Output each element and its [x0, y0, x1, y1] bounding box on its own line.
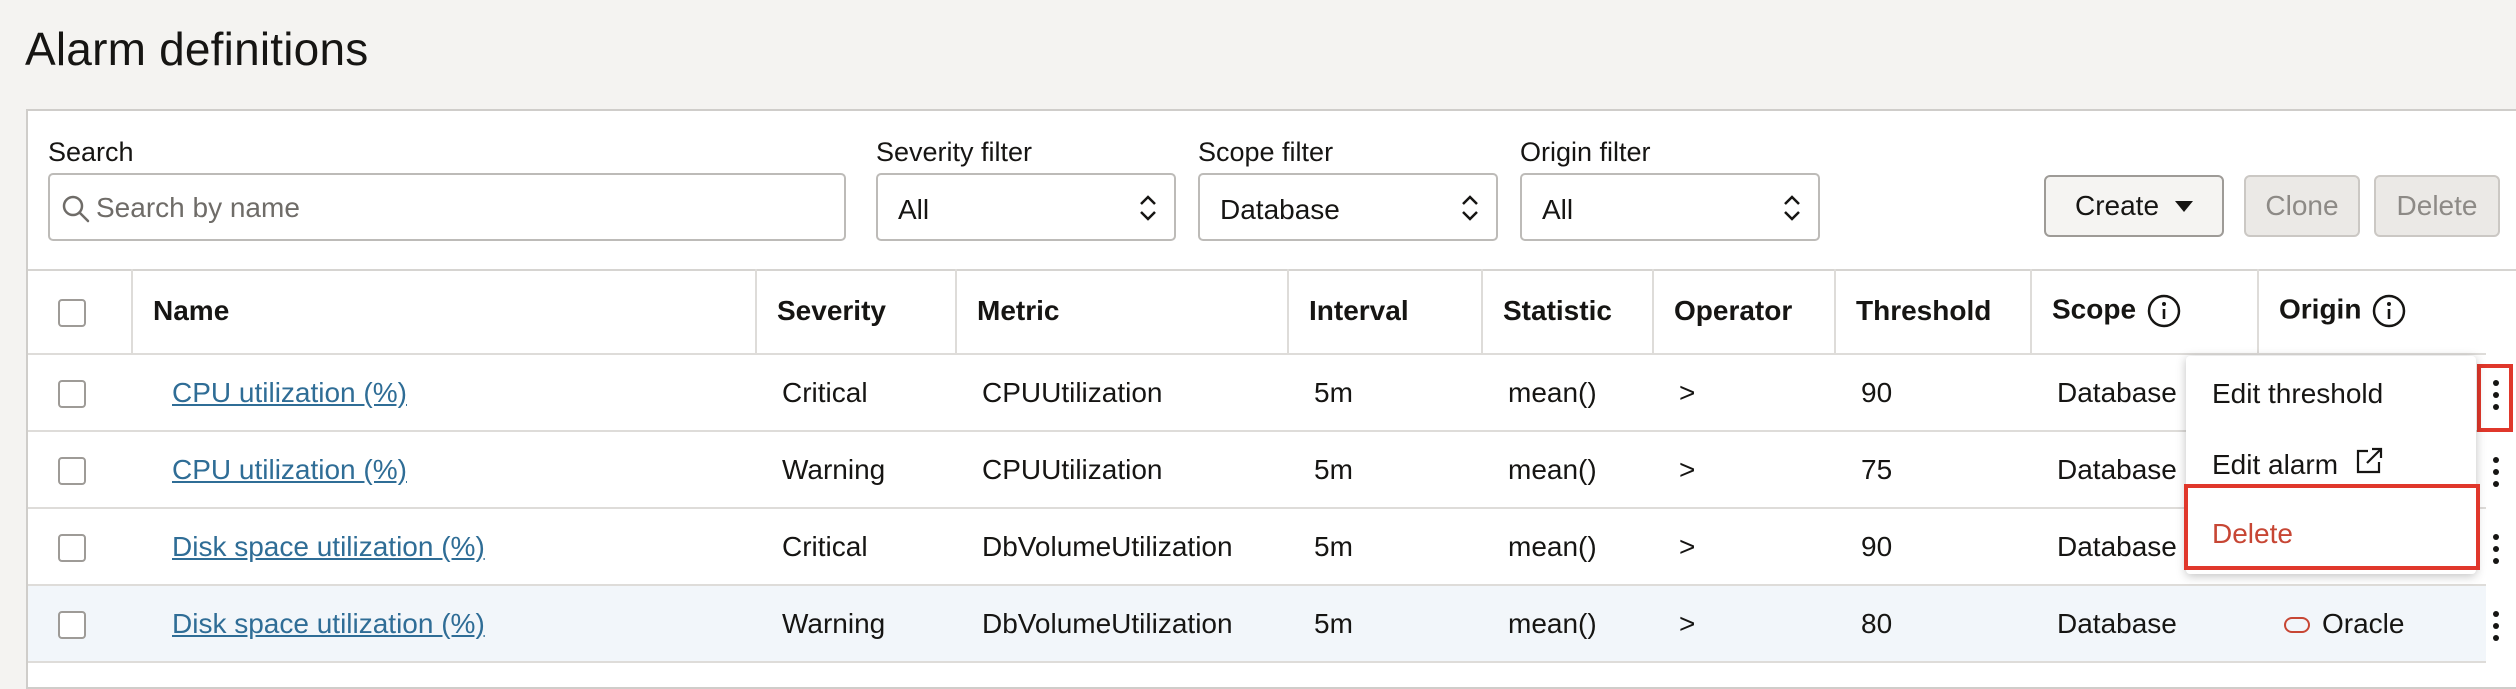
origin-value: Oracle [2322, 607, 2405, 639]
severity-cell: Warning [756, 431, 956, 509]
statistic-cell: mean() [1482, 508, 1653, 586]
operator-cell: > [1653, 431, 1835, 509]
alarm-name-link[interactable]: CPU utilization (%) [172, 454, 407, 485]
select-all-cell [28, 269, 133, 355]
create-button[interactable]: Create [2044, 175, 2224, 237]
metric-cell: CPUUtilization [956, 354, 1288, 432]
scope-filter-label: Scope filter [1198, 137, 1334, 167]
header-origin-label: Origin [2279, 293, 2362, 325]
delete-button[interactable]: Delete [2374, 175, 2500, 237]
origin-filter-value: All [1542, 194, 1574, 225]
operator-cell: > [1653, 354, 1835, 432]
search-box[interactable] [48, 173, 846, 241]
row-checkbox[interactable] [58, 457, 86, 486]
header-name[interactable]: Name [132, 269, 757, 355]
interval-cell: 5m [1288, 354, 1482, 432]
alarm-name-link[interactable]: CPU utilization (%) [172, 377, 407, 408]
chevron-updown-icon [1462, 195, 1478, 221]
external-link-icon [2356, 447, 2383, 474]
table-row: CPU utilization (%) Warning CPUUtilizati… [28, 431, 2486, 509]
header-statistic[interactable]: Statistic [1482, 269, 1654, 355]
interval-cell: 5m [1288, 585, 1482, 663]
row-checkbox[interactable] [58, 611, 86, 640]
info-icon[interactable] [2146, 293, 2182, 329]
header-threshold[interactable]: Threshold [1835, 269, 2032, 355]
row-checkbox[interactable] [58, 534, 86, 563]
metric-cell: CPUUtilization [956, 431, 1288, 509]
threshold-cell: 80 [1835, 585, 2031, 663]
origin-filter-select[interactable]: All [1520, 173, 1820, 241]
interval-cell: 5m [1288, 431, 1482, 509]
header-origin[interactable]: Origin [2258, 269, 2486, 355]
delete-highlight-box [2184, 484, 2480, 570]
header-scope-label: Scope [2052, 293, 2137, 325]
alarm-table: Name Severity Metric Interval Statistic … [28, 269, 2486, 663]
table-row: CPU utilization (%) Critical CPUUtilizat… [28, 354, 2486, 432]
chevron-updown-icon [1784, 195, 1800, 221]
alarm-definitions-panel: Search Severity filter All Scope filter … [26, 109, 2516, 689]
threshold-cell: 90 [1835, 354, 2031, 432]
header-severity[interactable]: Severity [756, 269, 957, 355]
scope-cell: Database [2031, 585, 2258, 663]
table-row: Disk space utilization (%) Warning DbVol… [28, 585, 2486, 663]
operator-cell: > [1653, 508, 1835, 586]
row-actions-kebab-icon[interactable] [2491, 607, 2501, 647]
origin-filter-label: Origin filter [1520, 137, 1651, 167]
page-title: Alarm definitions [25, 23, 369, 75]
threshold-cell: 75 [1835, 431, 2031, 509]
create-button-label: Create [2074, 190, 2160, 221]
oracle-logo-icon [2284, 617, 2310, 634]
kebab-highlight-box [2477, 364, 2513, 432]
statistic-cell: mean() [1482, 431, 1653, 509]
alarm-name-link[interactable]: Disk space utilization (%) [172, 608, 485, 639]
row-checkbox[interactable] [58, 380, 86, 409]
clone-button[interactable]: Clone [2244, 175, 2360, 237]
threshold-cell: 90 [1835, 508, 2031, 586]
search-input[interactable] [94, 175, 838, 241]
row-actions-kebab-icon[interactable] [2491, 453, 2501, 493]
scope-filter-value: Database [1220, 194, 1340, 225]
severity-filter-label: Severity filter [876, 137, 1033, 167]
table-header-row: Name Severity Metric Interval Statistic … [28, 269, 2486, 355]
search-label: Search [48, 137, 134, 167]
header-scope[interactable]: Scope [2031, 269, 2259, 355]
header-interval[interactable]: Interval [1288, 269, 1483, 355]
severity-cell: Critical [756, 354, 956, 432]
alarm-name-link[interactable]: Disk space utilization (%) [172, 531, 485, 562]
origin-cell: Oracle [2258, 585, 2486, 663]
select-all-checkbox[interactable] [58, 298, 86, 327]
row-actions-kebab-icon[interactable] [2491, 530, 2501, 570]
statistic-cell: mean() [1482, 585, 1653, 663]
header-operator[interactable]: Operator [1653, 269, 1836, 355]
caret-down-icon [2175, 200, 2194, 212]
severity-cell: Warning [756, 585, 956, 663]
interval-cell: 5m [1288, 508, 1482, 586]
operator-cell: > [1653, 585, 1835, 663]
metric-cell: DbVolumeUtilization [956, 508, 1288, 586]
chevron-updown-icon [1140, 195, 1156, 221]
filter-toolbar: Search Severity filter All Scope filter … [28, 111, 2516, 271]
search-icon [62, 195, 90, 223]
statistic-cell: mean() [1482, 354, 1653, 432]
header-metric[interactable]: Metric [956, 269, 1289, 355]
scope-filter-select[interactable]: Database [1198, 173, 1498, 241]
info-icon[interactable] [2371, 293, 2407, 329]
severity-filter-select[interactable]: All [876, 173, 1176, 241]
menu-item-edit-threshold[interactable]: Edit threshold [2212, 378, 2383, 410]
metric-cell: DbVolumeUtilization [956, 585, 1288, 663]
menu-item-edit-alarm[interactable]: Edit alarm [2212, 446, 2384, 481]
severity-cell: Critical [756, 508, 956, 586]
severity-filter-value: All [898, 194, 930, 225]
table-row: Disk space utilization (%) Critical DbVo… [28, 508, 2486, 586]
menu-item-edit-alarm-label: Edit alarm [2212, 449, 2339, 480]
